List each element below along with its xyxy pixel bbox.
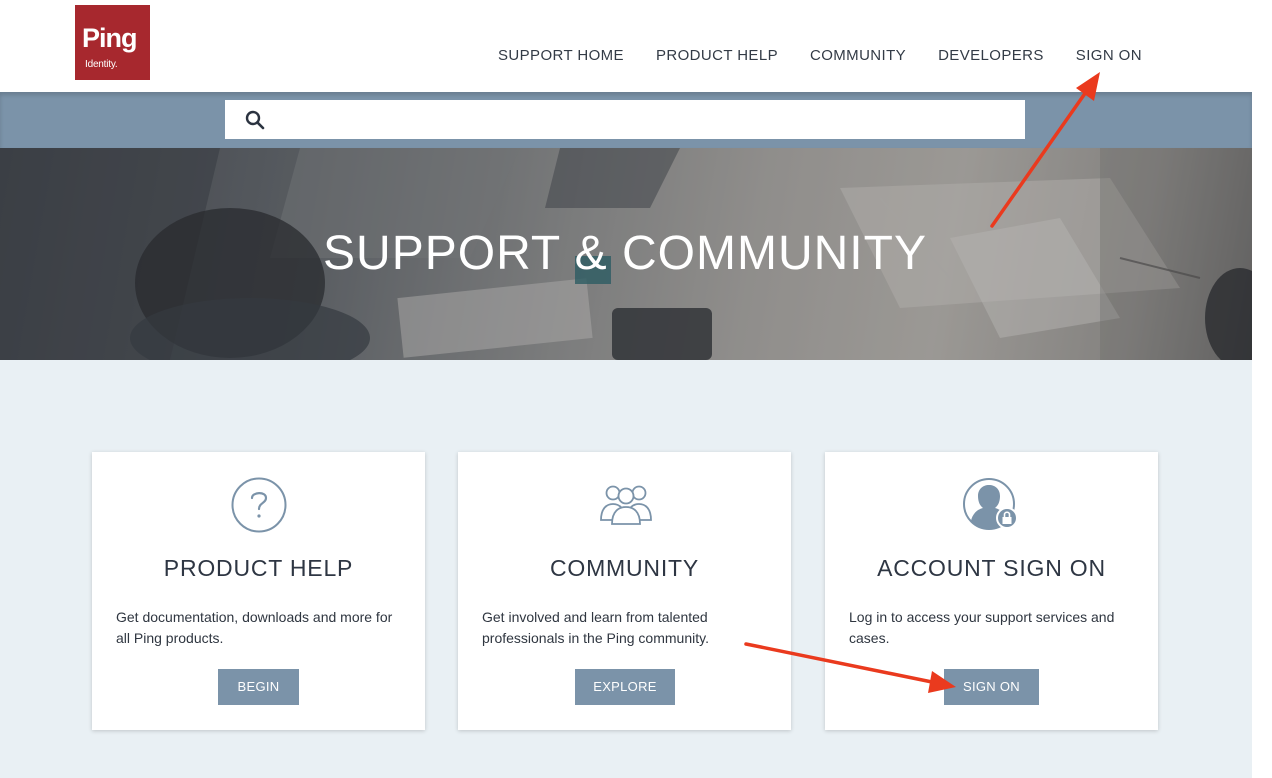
main-nav: SUPPORT HOME PRODUCT HELP COMMUNITY DEVE… xyxy=(498,47,1142,67)
card-description: Log in to access your support services a… xyxy=(849,609,1115,646)
card-description: Get documentation, downloads and more fo… xyxy=(116,609,393,646)
search-icon[interactable] xyxy=(245,110,265,130)
nav-product-help[interactable]: PRODUCT HELP xyxy=(656,47,778,67)
search-input[interactable] xyxy=(275,100,1015,139)
logo-subtext: Identity. xyxy=(85,59,118,70)
begin-button[interactable]: BEGIN xyxy=(218,669,299,705)
user-lock-icon xyxy=(963,478,1018,530)
card-community: COMMUNITY Get involved and learn from ta… xyxy=(458,452,791,730)
card-title: COMMUNITY xyxy=(549,555,700,581)
page-edge xyxy=(1252,0,1272,778)
search-box[interactable] xyxy=(225,100,1025,139)
nav-sign-on[interactable]: SIGN ON xyxy=(1076,47,1142,67)
logo-wordmark: Ping xyxy=(82,23,137,53)
nav-developers[interactable]: DEVELOPERS xyxy=(938,47,1044,67)
card-account-sign-on: ACCOUNT SIGN ON Log in to access your su… xyxy=(825,452,1158,730)
hero-title: SUPPORT & COMMUNITY xyxy=(323,227,927,280)
nav-community[interactable]: COMMUNITY xyxy=(810,47,906,67)
card-title: ACCOUNT SIGN ON xyxy=(877,555,1106,581)
sign-on-button[interactable]: SIGN ON xyxy=(944,669,1039,705)
card-title: PRODUCT HELP xyxy=(163,555,354,581)
page: Ping Identity. SUPPORT HOME PRODUCT HELP… xyxy=(0,0,1252,778)
search-band xyxy=(0,92,1252,148)
people-group-icon xyxy=(600,485,652,525)
question-circle-icon xyxy=(231,477,287,533)
nav-support-home[interactable]: SUPPORT HOME xyxy=(498,47,624,67)
explore-button[interactable]: EXPLORE xyxy=(575,669,675,705)
ping-identity-logo[interactable]: Ping Identity. xyxy=(75,5,150,80)
card-description: Get involved and learn from talented pro… xyxy=(482,609,709,646)
card-product-help: PRODUCT HELP Get documentation, download… xyxy=(92,452,425,730)
hero-banner: SUPPORT & COMMUNITY xyxy=(0,148,1252,360)
site-header: Ping Identity. SUPPORT HOME PRODUCT HELP… xyxy=(0,0,1252,92)
